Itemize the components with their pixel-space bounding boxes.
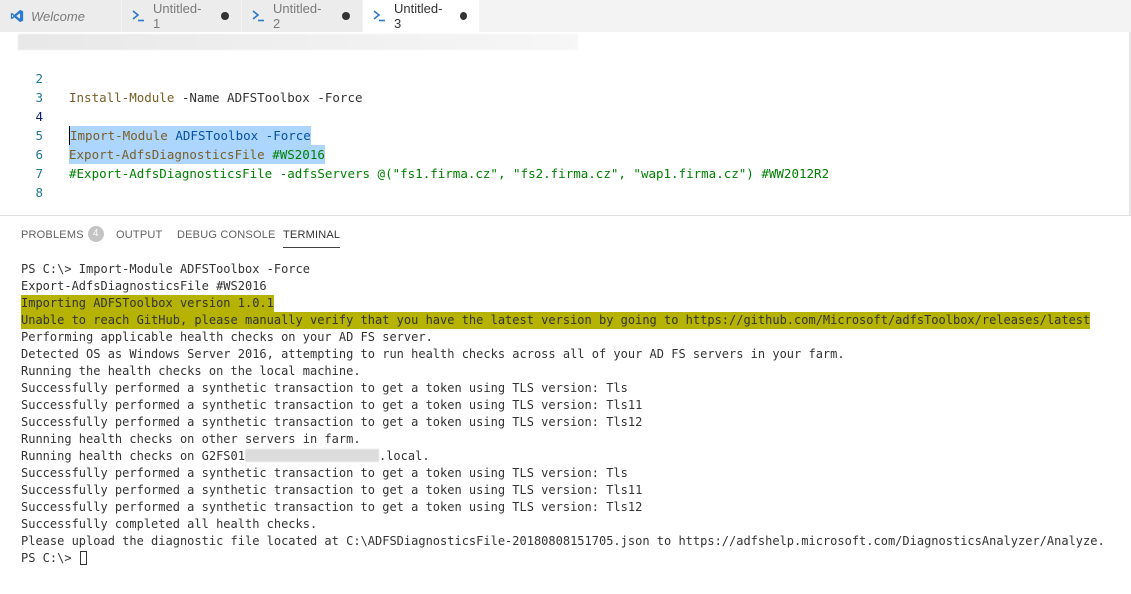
code-line[interactable]: 6 #Export-AdfsDiagnosticsFile -adfsServe…	[0, 126, 829, 181]
unsaved-dot-icon[interactable]	[221, 12, 229, 20]
line-number: 8	[35, 185, 43, 200]
unsaved-dot-icon[interactable]	[342, 12, 350, 20]
tab-untitled-1[interactable]: Untitled-1	[122, 0, 242, 32]
terminal-text: Running health checks on G2FS01	[21, 449, 245, 463]
terminal-line: Successfully performed a synthetic trans…	[21, 415, 643, 429]
powershell-icon	[252, 10, 266, 22]
terminal-line-highlighted: Importing ADFSToolbox version 1.0.1	[21, 295, 274, 312]
terminal-line: Successfully performed a synthetic trans…	[21, 483, 643, 497]
vscode-logo-icon	[10, 9, 24, 23]
code-editor[interactable]: 2 Install-Module -Name ADFSToolbox -Forc…	[0, 32, 1131, 215]
code-token-command: Install-Module	[69, 90, 175, 105]
terminal-line: Successfully performed a synthetic trans…	[21, 500, 643, 514]
powershell-icon	[373, 10, 387, 22]
tab-problems[interactable]: PROBLEMS 4	[21, 216, 104, 254]
tab-label: PROBLEMS	[21, 229, 84, 241]
tab-output[interactable]: OUTPUT	[116, 216, 162, 254]
tab-label: TERMINAL	[283, 229, 341, 241]
redacted-area	[18, 34, 578, 50]
terminal-line: Running health checks on G2FS01 .local.	[21, 448, 430, 465]
tab-label: OUTPUT	[116, 229, 163, 241]
terminal-output[interactable]: PS C:\> Import-Module ADFSToolbox -Force…	[0, 253, 1131, 594]
terminal-cursor	[79, 550, 87, 565]
terminal-line: Successfully completed all health checks…	[21, 517, 318, 531]
redacted-hostname	[244, 449, 379, 462]
tab-label: DEBUG CONSOLE	[177, 229, 276, 241]
tab-label: Untitled-3	[394, 1, 443, 31]
tab-untitled-2[interactable]: Untitled-2	[242, 0, 363, 32]
selected-text: Import-Module ADFSToolbox -Force	[69, 126, 311, 145]
terminal-line: PS C:\> Import-Module ADFSToolbox -Force	[21, 262, 310, 276]
terminal-line: Running the health checks on the local m…	[21, 364, 361, 378]
code-token-comment: #WS2016	[264, 147, 325, 162]
code-line[interactable]: 3	[0, 69, 43, 105]
powershell-icon	[132, 10, 146, 22]
code-token-args: -Name ADFSToolbox -Force	[174, 90, 363, 105]
code-line[interactable]: 2 Install-Module -Name ADFSToolbox -Forc…	[0, 50, 362, 105]
code-token-comment: #Export-AdfsDiagnosticsFile -adfsServers…	[69, 166, 830, 181]
panel-tab-bar: PROBLEMS 4 OUTPUT DEBUG CONSOLE TERMINAL	[0, 215, 1131, 254]
terminal-line: Please upload the diagnostic file locate…	[21, 534, 1105, 548]
problems-count-badge: 4	[87, 226, 104, 243]
code-token-command: Import-Module	[70, 128, 168, 143]
tab-terminal[interactable]: TERMINAL	[283, 216, 341, 254]
terminal-prompt: PS C:\>	[21, 551, 79, 565]
terminal-prompt-line[interactable]: PS C:\>	[21, 550, 87, 567]
terminal-line: Successfully performed a synthetic trans…	[21, 381, 628, 395]
terminal-line-highlighted: Unable to reach GitHub, please manually …	[21, 312, 1091, 329]
tab-label: Untitled-1	[153, 1, 202, 31]
code-line[interactable]: 7	[0, 145, 43, 181]
tab-label: Untitled-2	[273, 1, 322, 31]
tab-debug-console[interactable]: DEBUG CONSOLE	[177, 216, 276, 254]
tab-label: Welcome	[31, 8, 85, 24]
code-line[interactable]: 5 Export-AdfsDiagnosticsFile #WS2016	[0, 107, 325, 164]
terminal-line: Detected OS as Windows Server 2016, atte…	[21, 347, 845, 361]
terminal-line: Successfully performed a synthetic trans…	[21, 466, 628, 480]
code-line[interactable]: 4 Import-Module ADFSToolbox -Force	[0, 88, 311, 145]
terminal-line: Performing applicable health checks on y…	[21, 330, 433, 344]
terminal-text: .local.	[378, 449, 430, 463]
tab-untitled-3[interactable]: Untitled-3	[363, 0, 480, 32]
unsaved-dot-icon[interactable]	[459, 12, 467, 20]
code-token-args: ADFSToolbox -Force	[167, 128, 311, 143]
terminal-line: Export-AdfsDiagnosticsFile #WS2016	[21, 279, 267, 293]
terminal-line: Running health checks on other servers i…	[21, 432, 361, 446]
terminal-line: Successfully performed a synthetic trans…	[21, 398, 643, 412]
code-token-command: Export-AdfsDiagnosticsFile	[69, 147, 265, 162]
code-line[interactable]: 8	[0, 164, 43, 200]
editor-tab-bar: Welcome Untitled-1 Untitled-2 Untitled-3	[0, 0, 1131, 32]
tab-welcome[interactable]: Welcome	[0, 0, 122, 32]
selected-text: Export-AdfsDiagnosticsFile #WS2016	[69, 145, 325, 164]
